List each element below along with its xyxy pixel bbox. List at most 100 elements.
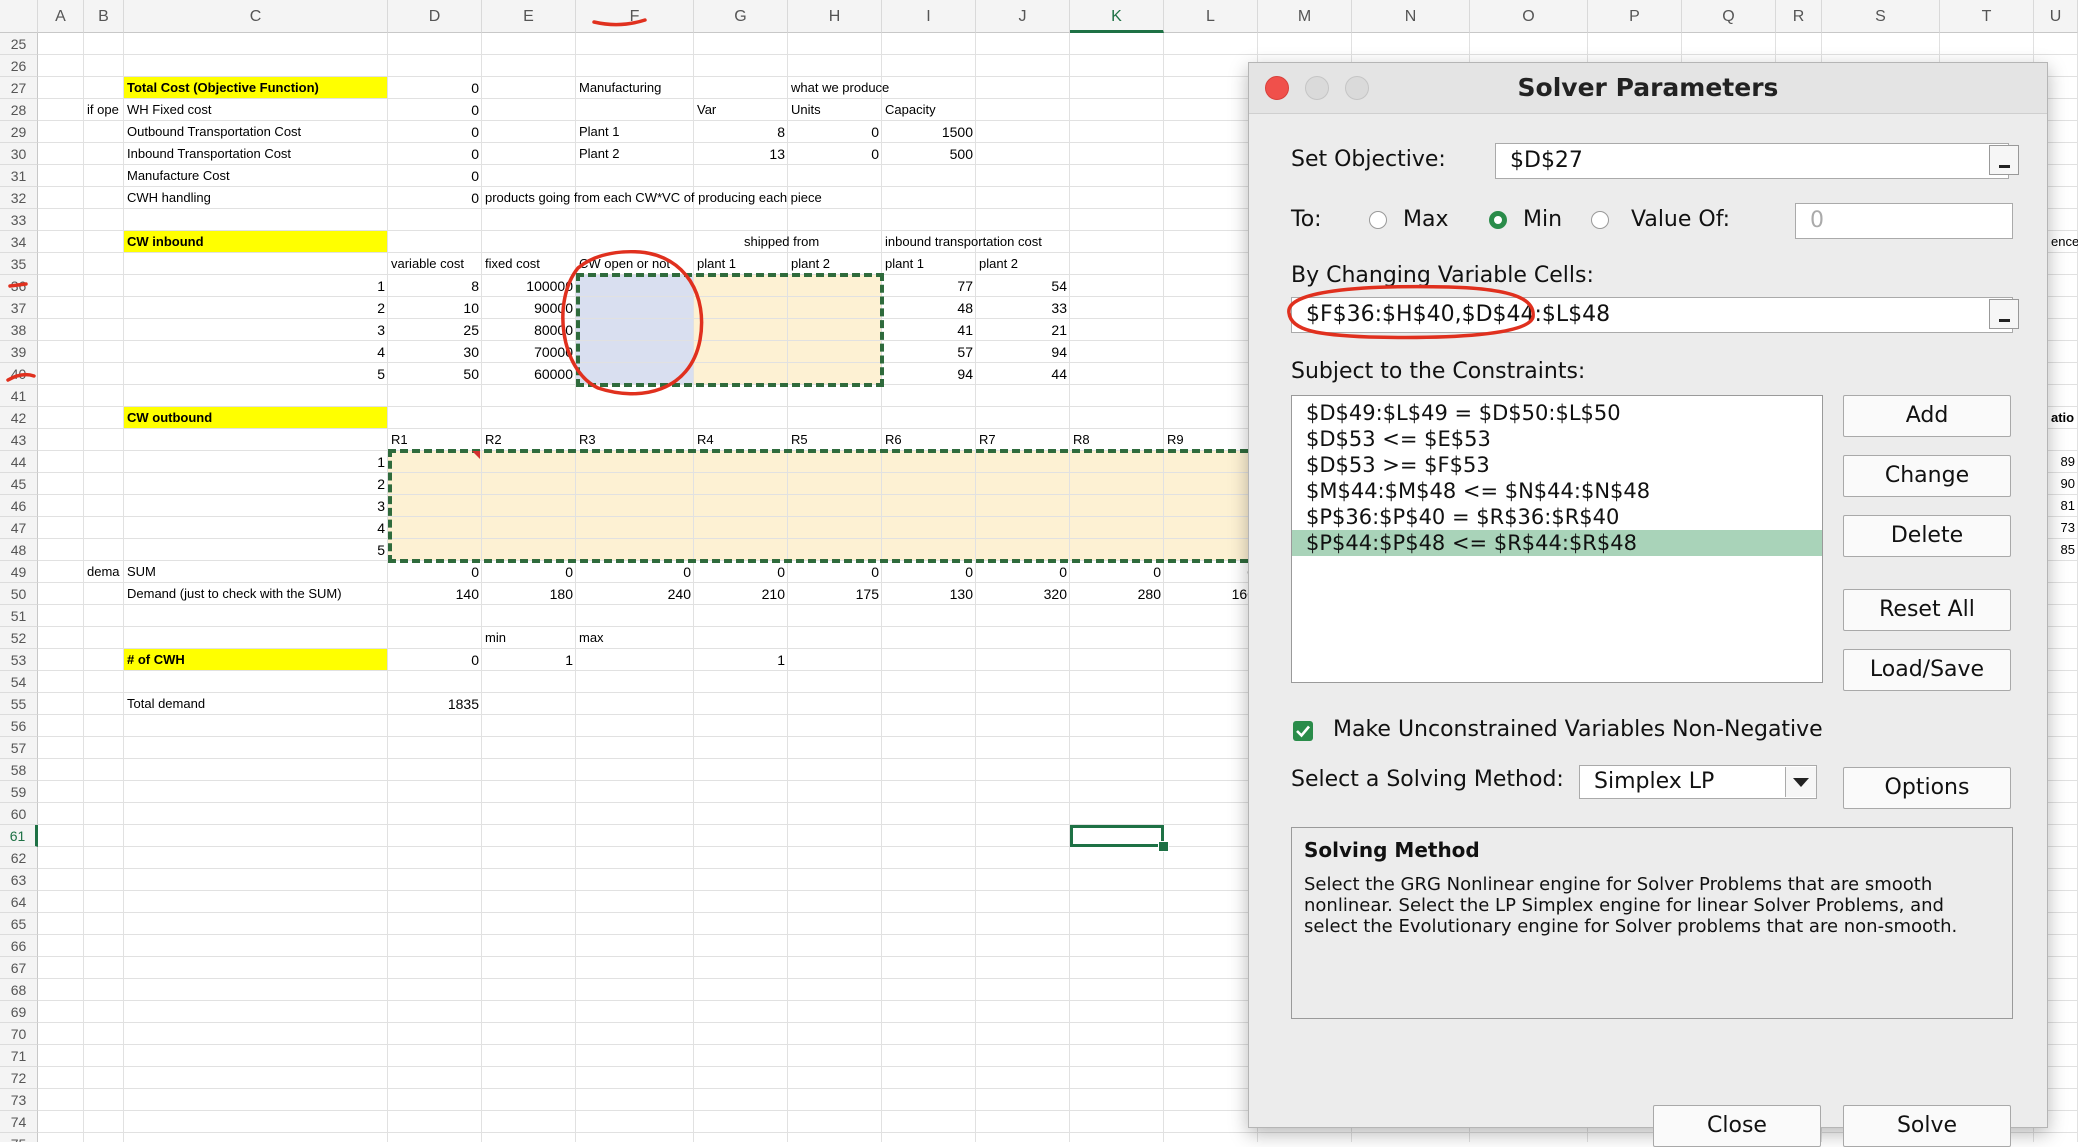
row-header[interactable]: 26: [0, 55, 38, 77]
cell[interactable]: plant 2: [788, 253, 882, 275]
cell[interactable]: Capacity: [882, 99, 976, 121]
cell[interactable]: 94: [882, 363, 976, 385]
column-header[interactable]: M: [1258, 0, 1352, 33]
cell[interactable]: Demand (just to check with the SUM): [124, 583, 388, 605]
cell[interactable]: variable cost: [388, 253, 482, 275]
cell[interactable]: Var: [694, 99, 788, 121]
cell[interactable]: 50: [388, 363, 482, 385]
cell[interactable]: 0: [976, 561, 1070, 583]
row-header[interactable]: 30: [0, 143, 38, 165]
row-header[interactable]: 47: [0, 517, 38, 539]
row-header[interactable]: 25: [0, 33, 38, 55]
cell[interactable]: plant 1: [694, 253, 788, 275]
value-of-radio[interactable]: [1591, 211, 1609, 229]
cell[interactable]: Outbound Transportation Cost: [124, 121, 388, 143]
column-header[interactable]: A: [38, 0, 84, 33]
row-header[interactable]: 48: [0, 539, 38, 561]
row-header[interactable]: 53: [0, 649, 38, 671]
cell[interactable]: 33: [976, 297, 1070, 319]
row-header[interactable]: 44: [0, 451, 38, 473]
cell[interactable]: 25: [388, 319, 482, 341]
row-header[interactable]: 38: [0, 319, 38, 341]
cell[interactable]: Manufacturing: [576, 77, 694, 99]
cell[interactable]: inbound transportation cost: [882, 231, 1042, 253]
constraint-item[interactable]: $D$49:$L$49 = $D$50:$L$50: [1292, 400, 1822, 426]
row-header[interactable]: 34: [0, 231, 38, 253]
cell[interactable]: 77: [882, 275, 976, 297]
cell[interactable]: Total demand: [124, 693, 388, 715]
cell[interactable]: 100000: [482, 275, 576, 297]
delete-button[interactable]: Delete: [1843, 515, 2011, 557]
constraint-item[interactable]: $D$53 >= $F$53: [1292, 452, 1822, 478]
row-header[interactable]: 36: [0, 275, 38, 297]
max-radio[interactable]: [1369, 211, 1387, 229]
reset-all-button[interactable]: Reset All: [1843, 589, 2011, 631]
cell[interactable]: 320: [976, 583, 1070, 605]
cell[interactable]: 10: [388, 297, 482, 319]
cell[interactable]: 175: [788, 583, 882, 605]
row-header[interactable]: 39: [0, 341, 38, 363]
cell[interactable]: 44: [976, 363, 1070, 385]
cell[interactable]: 5: [124, 363, 388, 385]
cell[interactable]: 60000: [482, 363, 576, 385]
cell[interactable]: 0: [388, 561, 482, 583]
cell[interactable]: min: [482, 627, 576, 649]
row-header[interactable]: 70: [0, 1023, 38, 1045]
cell[interactable]: 160: [1164, 583, 1258, 605]
row-header[interactable]: 56: [0, 715, 38, 737]
row-header[interactable]: 42: [0, 407, 38, 429]
chevron-down-icon[interactable]: [1785, 767, 1816, 797]
row-header[interactable]: 75: [0, 1133, 38, 1142]
cell[interactable]: 3: [124, 495, 388, 517]
cell[interactable]: 0: [388, 649, 482, 671]
row-header[interactable]: 32: [0, 187, 38, 209]
cell[interactable]: 4: [124, 517, 388, 539]
row-header[interactable]: 55: [0, 693, 38, 715]
cell[interactable]: 8: [694, 121, 788, 143]
column-header[interactable]: U: [2034, 0, 2078, 33]
cell[interactable]: R5: [788, 429, 882, 451]
row-header[interactable]: 28: [0, 99, 38, 121]
cell[interactable]: 70000: [482, 341, 576, 363]
cell[interactable]: dema: [84, 561, 124, 583]
fill-handle[interactable]: [1158, 841, 1169, 852]
column-header[interactable]: C: [124, 0, 388, 33]
cell[interactable]: 1835: [388, 693, 482, 715]
column-header[interactable]: E: [482, 0, 576, 33]
row-header[interactable]: 73: [0, 1089, 38, 1111]
cell[interactable]: 1: [124, 275, 388, 297]
cell[interactable]: 210: [694, 583, 788, 605]
column-header[interactable]: N: [1352, 0, 1470, 33]
cell[interactable]: 140: [388, 583, 482, 605]
row-header[interactable]: 27: [0, 77, 38, 99]
row-header[interactable]: 57: [0, 737, 38, 759]
column-header[interactable]: P: [1588, 0, 1682, 33]
constraint-item[interactable]: $D$53 <= $E$53: [1292, 426, 1822, 452]
column-header[interactable]: S: [1822, 0, 1940, 33]
column-header[interactable]: J: [976, 0, 1070, 33]
cell[interactable]: 57: [882, 341, 976, 363]
cell[interactable]: 0: [788, 143, 882, 165]
cell[interactable]: WH Fixed cost: [124, 99, 388, 121]
nonneg-checkbox[interactable]: [1293, 721, 1313, 741]
cell[interactable]: 0: [388, 143, 482, 165]
row-header[interactable]: 63: [0, 869, 38, 891]
cell[interactable]: R2: [482, 429, 576, 451]
row-header[interactable]: 41: [0, 385, 38, 407]
cell[interactable]: 0: [388, 121, 482, 143]
cell[interactable]: R3: [576, 429, 694, 451]
row-header[interactable]: 37: [0, 297, 38, 319]
cell[interactable]: 3: [124, 319, 388, 341]
solve-button[interactable]: Solve: [1843, 1105, 2011, 1147]
column-header[interactable]: I: [882, 0, 976, 33]
load-save-button[interactable]: Load/Save: [1843, 649, 2011, 691]
cell[interactable]: Units: [788, 99, 882, 121]
cell[interactable]: 2: [124, 473, 388, 495]
row-header[interactable]: 61: [0, 825, 38, 847]
cell[interactable]: 13: [694, 143, 788, 165]
row-header[interactable]: 72: [0, 1067, 38, 1089]
cell[interactable]: R4: [694, 429, 788, 451]
cell[interactable]: 1: [482, 649, 576, 671]
add-button[interactable]: Add: [1843, 395, 2011, 437]
cell[interactable]: Manufacture Cost: [124, 165, 388, 187]
